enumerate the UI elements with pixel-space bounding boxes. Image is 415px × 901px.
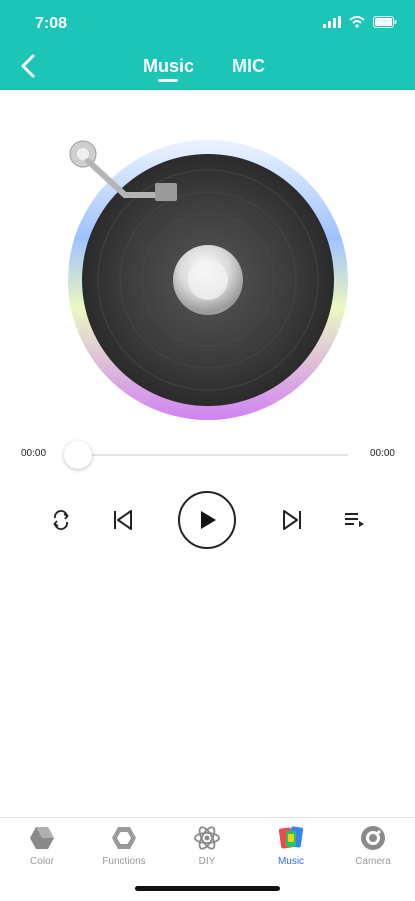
wifi-icon — [349, 16, 365, 28]
next-button[interactable] — [280, 508, 304, 532]
skip-previous-icon — [114, 510, 132, 530]
skip-next-icon — [283, 510, 301, 530]
nav-item-camera[interactable]: Camera — [338, 824, 408, 867]
total-time: 00:00 — [369, 448, 395, 459]
play-icon — [201, 511, 216, 529]
play-button[interactable] — [178, 491, 236, 549]
atom-icon — [194, 826, 220, 850]
status-time: 7:08 — [35, 15, 68, 32]
progress-knob[interactable] — [64, 441, 92, 469]
signal-icon — [323, 16, 341, 28]
music-colorful-icon — [278, 826, 304, 849]
battery-icon — [373, 16, 397, 28]
nav-item-functions[interactable]: Functions — [89, 824, 159, 867]
repeat-button[interactable] — [50, 509, 72, 531]
previous-button[interactable] — [111, 508, 135, 532]
nav-label-camera: Camera — [355, 856, 391, 867]
hexagon-outline-icon — [112, 827, 136, 849]
current-time: 00:00 — [21, 448, 47, 459]
header: 7:08 Music MIC — [0, 0, 415, 90]
hexagon-icon — [30, 827, 54, 849]
tab-mic[interactable]: MIC — [232, 56, 265, 77]
nav-item-music[interactable]: Music — [256, 824, 326, 867]
nav-item-diy[interactable]: DIY — [172, 824, 242, 867]
vinyl-record-icon — [68, 140, 348, 420]
chevron-left-icon — [21, 54, 35, 78]
playlist-icon — [345, 513, 364, 527]
camera-icon — [361, 826, 385, 850]
playlist-button[interactable] — [342, 508, 366, 532]
repeat-icon — [53, 510, 69, 530]
progress-track[interactable] — [78, 454, 348, 456]
nav-label-functions: Functions — [102, 856, 146, 867]
nav-label-color: Color — [30, 856, 54, 867]
nav-label-diy: DIY — [198, 856, 216, 867]
nav-item-color[interactable]: Color — [7, 824, 77, 867]
nav-label-music: Music — [277, 856, 305, 867]
status-icons — [323, 16, 397, 28]
home-indicator — [135, 886, 280, 891]
back-button[interactable] — [16, 52, 42, 80]
vinyl-record — [60, 135, 355, 425]
active-tab-indicator — [158, 79, 178, 82]
tab-music[interactable]: Music — [143, 56, 194, 77]
